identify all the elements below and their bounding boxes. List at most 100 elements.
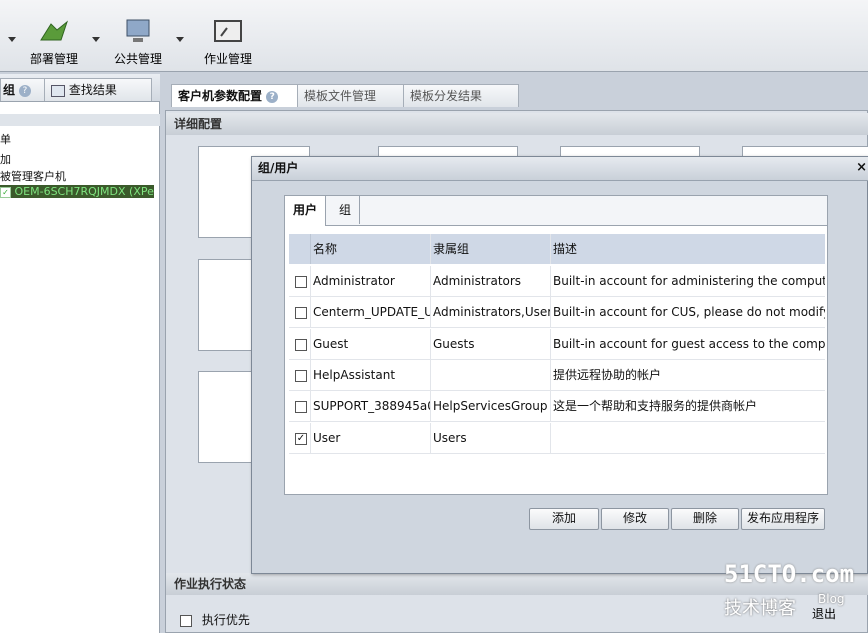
help-icon[interactable]: ? (266, 90, 279, 103)
cell-name: User (311, 422, 431, 453)
cell-description: Built-in account for CUS, please do not … (553, 305, 825, 320)
public-management-button[interactable]: 公共管理 (110, 18, 166, 67)
cell-name: SUPPORT_388945a0 (311, 391, 431, 422)
tab-label: 用户 (293, 203, 318, 217)
dropdown-arrow-icon[interactable] (8, 37, 16, 42)
button-label: 添加 (551, 511, 576, 525)
watermark-sub: 技术博客 (724, 594, 814, 619)
toolbar: 部署管理 公共管理 作业管理 (0, 0, 868, 72)
deploy-management-button[interactable]: 部署管理 (26, 18, 82, 67)
dropdown-arrow-icon[interactable] (92, 37, 100, 42)
tab-template-dist[interactable]: 模板分发结果 (403, 84, 519, 107)
checkbox[interactable] (295, 369, 307, 382)
watermark-blog: Blog (818, 592, 858, 606)
cell-group: Administrators,Users (431, 297, 551, 328)
close-icon[interactable]: × (856, 157, 867, 179)
tree-item-label: OEM-6SCH7RQJMDX (XPe (14, 185, 154, 198)
checkbox[interactable] (295, 338, 307, 351)
row-checkbox-cell: ✓ (289, 422, 311, 453)
header-checkbox-col (289, 234, 311, 264)
cell-description (551, 423, 825, 453)
job-priority-checkbox[interactable] (180, 614, 192, 627)
deploy-arrow-icon (37, 18, 71, 46)
tab-group[interactable]: 组 ? (0, 78, 50, 101)
watermark-text: 51CTO.com (724, 560, 855, 588)
tab-groups[interactable]: 组 (331, 196, 361, 224)
exit-button[interactable]: 退出 (812, 605, 844, 621)
tree-item-label: 加 (0, 153, 11, 166)
checkbox[interactable] (295, 401, 307, 414)
watermark-text: Blog (818, 592, 845, 606)
watermark-brand: 51CTO.com (724, 560, 854, 590)
job-priority-label: 执行优先 (201, 613, 250, 627)
checkbox[interactable] (295, 307, 307, 320)
dialog-content-panel: 用户 组 名称 隶属组 描述 Administrator Administrato… (284, 195, 828, 530)
job-management-button[interactable]: 作业管理 (200, 18, 256, 67)
dialog-tab-strip: 用户 组 (285, 196, 827, 226)
cell-group: Administrators (431, 266, 551, 296)
cell-group: Users (431, 422, 551, 453)
dialog-title-bar: 组/用户 × (252, 157, 868, 181)
table-header: 名称 隶属组 描述 (289, 234, 825, 264)
row-checkbox-cell (289, 391, 311, 422)
row-checkbox-cell (289, 359, 311, 390)
tab-search-results[interactable]: 查找结果 (44, 78, 152, 101)
tree-item[interactable]: 被管理客户机 (0, 168, 66, 184)
table-row[interactable]: Centerm_UPDATE_US Administrators,Users Bui… (289, 297, 825, 329)
tab-client-config[interactable]: 客户机参数配置 ? (171, 84, 309, 107)
section-detail-header: 详细配置 (166, 113, 868, 135)
checkbox-checked-icon[interactable]: ✓ (0, 187, 11, 198)
publish-app-button[interactable]: 发布应用程序 (741, 508, 825, 530)
tab-label: 模板文件管理 (304, 89, 377, 103)
cell-name: Administrator (311, 266, 431, 296)
delete-button[interactable]: 删除 (671, 508, 739, 530)
table-row[interactable]: SUPPORT_388945a0 HelpServicesGroup 这是一个帮助和… (289, 391, 825, 423)
terminal-icon (211, 18, 245, 46)
tree-item-selected-client[interactable]: ✓ OEM-6SCH7RQJMDX (XPe (0, 185, 154, 198)
table-body: Administrator Administrators Built-in acco… (289, 266, 825, 462)
column-header-name[interactable]: 名称 (311, 234, 431, 264)
computer-icon (121, 18, 155, 46)
tab-template-files[interactable]: 模板文件管理 (297, 84, 409, 107)
dropdown-arrow-icon[interactable] (176, 37, 184, 42)
checkbox[interactable] (295, 276, 307, 288)
tree-item[interactable]: 单 (0, 131, 11, 147)
dialog-title: 组/用户 (258, 161, 299, 175)
row-checkbox-cell (289, 328, 311, 359)
cell-description: Built-in account for guest access to the… (553, 336, 825, 351)
tab-label: 组 (3, 83, 16, 97)
table-row[interactable]: HelpAssistant 提供远程协助的帐户 (289, 359, 825, 391)
button-label: 删除 (692, 511, 717, 525)
tab-users[interactable]: 用户 (285, 196, 327, 226)
section-title: 详细配置 (174, 117, 223, 131)
cell-description: Built-in account for administering the c… (553, 274, 825, 288)
tab-label: 查找结果 (68, 83, 117, 97)
left-panel (0, 74, 160, 633)
add-button[interactable]: 添加 (529, 508, 599, 530)
cell-group: HelpServicesGroup (431, 391, 551, 422)
cell-description: 这是一个帮助和支持服务的提供商帐户 (553, 399, 758, 414)
section-title: 作业执行状态 (174, 577, 247, 591)
table-row[interactable]: Guest Guests Built-in account for guest ac… (289, 328, 825, 360)
left-tabs: 组 ? 查找结果 (0, 74, 160, 102)
tab-label: 模板分发结果 (410, 89, 483, 103)
table-row[interactable]: ✓ User Users (289, 422, 825, 454)
tree-item-label: 单 (0, 133, 11, 146)
left-subheader (0, 114, 160, 126)
button-label: 修改 (622, 511, 647, 525)
cell-group: Guests (431, 328, 551, 359)
checkbox-checked-icon[interactable]: ✓ (295, 432, 307, 445)
edit-button[interactable]: 修改 (601, 508, 669, 530)
table-row[interactable]: Administrator Administrators Built-in acco… (289, 266, 825, 297)
group-user-dialog: 组/用户 × 用户 组 名称 隶属组 描述 Administrator Admin… (251, 156, 868, 574)
cell-group (431, 359, 551, 390)
column-label: 描述 (553, 242, 578, 256)
column-header-desc[interactable]: 描述 (551, 234, 825, 264)
column-label: 隶属组 (433, 242, 470, 256)
column-header-group[interactable]: 隶属组 (431, 234, 551, 264)
cell-name: Centerm_UPDATE_US (311, 297, 431, 328)
main-tabs: 客户机参数配置 ? 模板文件管理 模板分发结果 (165, 80, 868, 108)
tab-label: 组 (339, 203, 352, 217)
help-icon[interactable]: ? (18, 84, 31, 97)
tree-item[interactable]: 加 (0, 151, 11, 167)
